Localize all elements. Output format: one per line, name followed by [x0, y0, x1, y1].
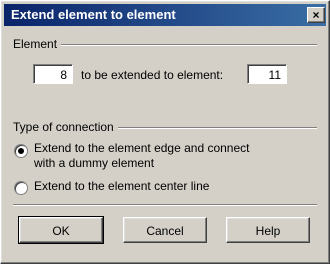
radio-edge-dummy-line2: with a dummy element [34, 156, 155, 170]
close-icon: × [312, 8, 320, 22]
extended-to-label: to be extended to element: [81, 68, 224, 82]
title-bar: Extend element to element × [4, 4, 326, 26]
ok-button[interactable]: OK [18, 216, 104, 244]
radio-edge-dummy[interactable] [14, 144, 28, 158]
help-button[interactable]: Help [226, 217, 310, 243]
to-element-value: 11 [268, 68, 281, 82]
connection-group-label: Type of connection [13, 120, 118, 134]
from-element-field[interactable]: 8 [33, 64, 73, 84]
dialog-title: Extend element to element [11, 7, 176, 22]
element-group-label: Element [13, 37, 62, 51]
cancel-button-label: Cancel [146, 224, 184, 238]
ok-button-label: OK [52, 224, 70, 238]
radio-center-line-text: Extend to the element center line [34, 179, 210, 193]
radio-center-line[interactable] [14, 181, 28, 195]
to-element-field[interactable]: 11 [247, 64, 287, 84]
radio-center-line-label[interactable]: Extend to the element center line [34, 179, 209, 194]
radio-edge-dummy-label[interactable]: Extend to the element edge and connect w… [34, 141, 250, 171]
radio-selected-dot [18, 148, 24, 154]
extend-element-dialog: Extend element to element × Element 8 to… [0, 0, 330, 264]
radio-edge-dummy-line1: Extend to the element edge and connect [34, 141, 250, 155]
cancel-button[interactable]: Cancel [123, 217, 207, 243]
help-button-label: Help [255, 224, 281, 238]
button-separator [13, 204, 317, 206]
from-element-value: 8 [60, 68, 67, 82]
close-button[interactable]: × [307, 7, 325, 23]
